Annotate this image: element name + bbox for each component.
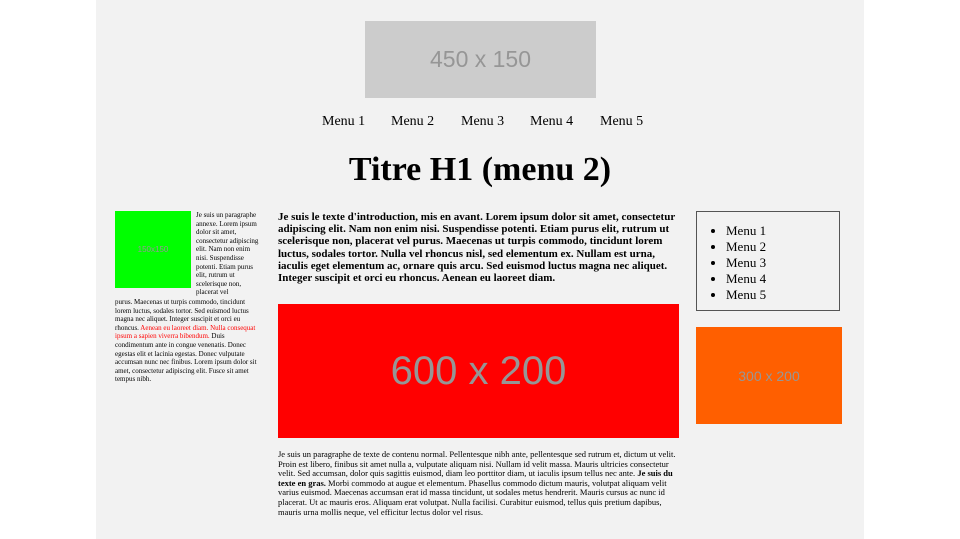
content-text-1: Je suis un paragraphe de texte de conten… bbox=[278, 449, 676, 479]
main-banner-placeholder: 600 x 200 bbox=[278, 304, 679, 438]
sidebar-item-menu-5[interactable]: Menu 5 bbox=[726, 287, 766, 303]
sidebar-item-menu-4[interactable]: Menu 4 bbox=[726, 271, 766, 287]
sidebar-item-menu-1[interactable]: Menu 1 bbox=[726, 223, 766, 239]
logo-placeholder: 450 x 150 bbox=[365, 21, 596, 98]
annex-paragraph-top: Je suis un paragraphe annexe. Lorem ipsu… bbox=[196, 211, 259, 297]
annex-image-placeholder: 150x150 bbox=[115, 211, 191, 288]
page-title: Titre H1 (menu 2) bbox=[348, 151, 612, 188]
nav-item-menu-4[interactable]: Menu 4 bbox=[530, 114, 573, 130]
top-nav: Menu 1 Menu 2 Menu 3 Menu 4 Menu 5 bbox=[0, 114, 960, 132]
nav-item-menu-1[interactable]: Menu 1 bbox=[322, 114, 365, 130]
sidebar-menu: Menu 1 Menu 2 Menu 3 Menu 4 Menu 5 bbox=[696, 211, 840, 311]
content-paragraph: Je suis un paragraphe de texte de conten… bbox=[278, 449, 680, 517]
sidebar-menu-list: Menu 1 Menu 2 Menu 3 Menu 4 Menu 5 bbox=[697, 223, 766, 303]
nav-item-menu-5[interactable]: Menu 5 bbox=[600, 114, 643, 130]
intro-paragraph: Je suis le texte d'introduction, mis en … bbox=[278, 211, 675, 285]
sidebar-item-menu-3[interactable]: Menu 3 bbox=[726, 255, 766, 271]
nav-item-menu-3[interactable]: Menu 3 bbox=[461, 114, 504, 130]
content-text-2: Morbi commodo at augue et elementum. Pha… bbox=[278, 477, 667, 517]
ad-placeholder: 300 x 200 bbox=[696, 327, 842, 424]
annex-text-end: Duis condimentum ante in congue venenati… bbox=[115, 332, 257, 384]
annex-paragraph-bottom: purus. Maecenas ut turpis commodo, tinci… bbox=[115, 298, 263, 384]
nav-item-menu-2[interactable]: Menu 2 bbox=[391, 114, 434, 130]
sidebar-item-menu-2[interactable]: Menu 2 bbox=[726, 239, 766, 255]
